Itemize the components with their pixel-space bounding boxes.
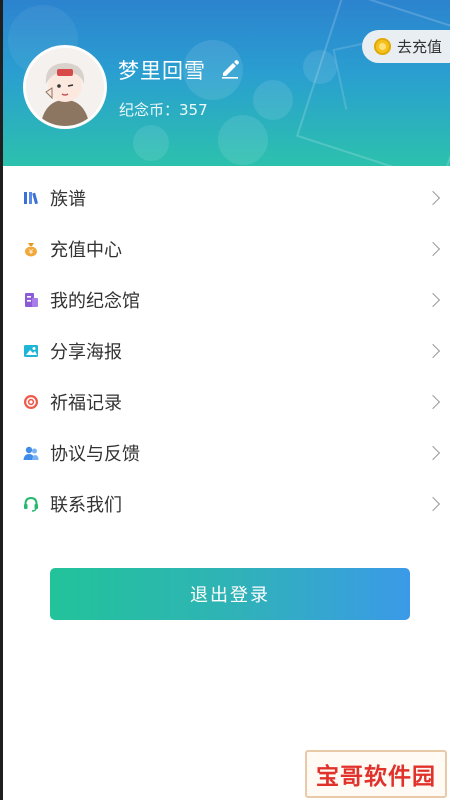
chevron-right-icon <box>425 190 441 205</box>
menu-item-label: 祈福记录 <box>50 392 122 414</box>
username: 梦里回雪 <box>118 59 206 83</box>
money-bag-icon: ¥ <box>23 241 39 257</box>
chevron-right-icon <box>425 445 441 460</box>
edit-pencil-icon[interactable] <box>219 57 241 79</box>
menu-item-my-memorial[interactable]: 我的纪念馆 <box>3 274 450 325</box>
svg-text:¥: ¥ <box>29 248 34 256</box>
chevron-right-icon <box>425 292 441 307</box>
avatar-illustration-icon <box>26 48 104 126</box>
profile-header: 梦里回雪 纪念币：357 去充值 <box>3 0 450 166</box>
menu-item-recharge-center[interactable]: ¥ 充值中心 <box>3 223 450 274</box>
bokeh-dot <box>253 80 293 120</box>
users-icon <box>23 445 39 461</box>
menu-item-label: 协议与反馈 <box>50 443 140 465</box>
logout-button[interactable]: 退出登录 <box>50 568 410 620</box>
watermark-logo: 宝哥软件园 <box>305 750 447 798</box>
blessing-icon <box>23 394 39 410</box>
menu-item-label: 族谱 <box>50 188 86 210</box>
menu-item-label: 充值中心 <box>50 239 122 261</box>
bokeh-dot <box>133 125 169 161</box>
menu-item-contact-us[interactable]: 联系我们 <box>3 478 450 529</box>
poster-image-icon <box>23 343 39 359</box>
menu-item-agreement-feedback[interactable]: 协议与反馈 <box>3 427 450 478</box>
menu-item-genealogy[interactable]: 族谱 <box>3 172 450 223</box>
menu-item-share-poster[interactable]: 分享海报 <box>3 325 450 376</box>
avatar[interactable] <box>23 45 107 129</box>
chevron-right-icon <box>425 394 441 409</box>
chevron-right-icon <box>425 496 441 511</box>
chevron-right-icon <box>425 241 441 256</box>
coin-icon <box>374 38 391 55</box>
recharge-button[interactable]: 去充值 <box>362 30 450 63</box>
genealogy-icon <box>23 190 39 206</box>
menu-item-label: 分享海报 <box>50 341 122 363</box>
memorial-hall-icon <box>23 292 39 308</box>
menu-item-label: 联系我们 <box>50 494 122 516</box>
coin-balance: 纪念币：357 <box>119 101 208 119</box>
menu-item-label: 我的纪念馆 <box>50 290 140 312</box>
menu-item-blessing-records[interactable]: 祈福记录 <box>3 376 450 427</box>
headset-icon <box>23 496 39 512</box>
menu-list: 族谱 ¥ 充值中心 我的纪念馆 分享海报 祈福记录 协议与反馈 联系我们 <box>3 172 450 529</box>
bokeh-dot <box>218 115 268 165</box>
recharge-button-label: 去充值 <box>397 38 443 56</box>
chevron-right-icon <box>425 343 441 358</box>
